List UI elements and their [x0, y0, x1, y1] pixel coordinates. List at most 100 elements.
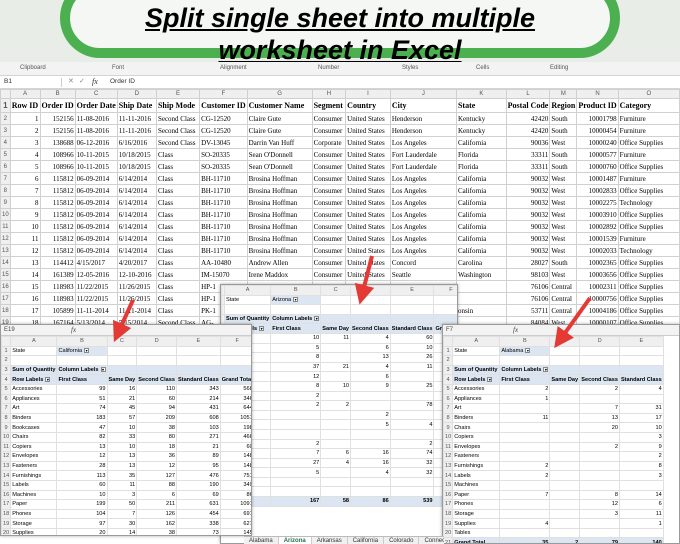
table-cell[interactable]: 90032 — [505, 184, 551, 197]
table-cell[interactable]: 06-09-2014 — [74, 220, 118, 233]
pivot-value-cell[interactable]: 95 — [175, 460, 221, 472]
table-cell[interactable]: BH-11710 — [199, 172, 248, 185]
pivot-value-cell[interactable]: 14 — [618, 489, 664, 501]
empty-cell[interactable] — [579, 355, 620, 366]
pivot-value-cell[interactable] — [320, 438, 352, 450]
sheet-tab-arkansas[interactable]: Arkansas — [312, 537, 348, 544]
table-cell[interactable]: Claire Gute — [246, 124, 313, 137]
row-labels-dropdown-icon[interactable]: ▾ — [45, 376, 51, 382]
pivot-value-cell[interactable]: 80 — [136, 431, 177, 443]
table-cell[interactable]: West — [549, 268, 578, 281]
row-number[interactable]: 7 — [1, 403, 12, 414]
pivot-value-cell[interactable]: 25 — [389, 380, 435, 392]
table-cell[interactable]: 105899 — [39, 304, 76, 317]
empty-cell[interactable] — [549, 345, 581, 357]
empty-cell[interactable] — [219, 355, 251, 366]
pivot-value-cell[interactable]: 11 — [618, 508, 664, 520]
ribbon-alignment[interactable]: Alignment — [220, 65, 247, 71]
pivot-value-cell[interactable]: 2 — [579, 383, 620, 395]
pivot-value-cell[interactable]: 6 — [136, 489, 177, 501]
pivot-value-cell[interactable]: 349 — [219, 479, 251, 491]
row-number[interactable]: 19 — [1, 518, 12, 529]
pivot-value-cell[interactable]: 4 — [618, 383, 664, 395]
row-number[interactable]: 10 — [443, 431, 454, 443]
pivot-value-cell[interactable]: 57 — [106, 412, 138, 424]
pivot-value-cell[interactable] — [618, 479, 664, 491]
row-number[interactable]: 1 — [1, 345, 12, 357]
table-cell[interactable]: Andrew Allen — [246, 256, 313, 269]
column-header[interactable]: N — [576, 89, 619, 99]
row-number[interactable]: 7 — [0, 172, 11, 185]
pivot-value-cell[interactable]: 4 — [350, 467, 391, 478]
table-cell[interactable]: Office Supplies — [617, 184, 680, 197]
pivot-row-label[interactable]: Furnishings — [452, 460, 501, 472]
pivot-value-cell[interactable] — [549, 383, 581, 395]
pivot-value-cell[interactable] — [549, 479, 581, 491]
table-cell[interactable]: Brosina Hoffman — [246, 232, 313, 245]
row-number[interactable]: 6 — [1, 393, 12, 405]
table-cell[interactable]: Kentucky — [455, 124, 507, 137]
header-cell[interactable]: State — [455, 98, 507, 113]
pivot-value-cell[interactable]: 86 — [219, 489, 251, 501]
table-cell[interactable]: 10004186 — [576, 304, 619, 317]
table-cell[interactable]: 90036 — [505, 136, 551, 149]
pivot-value-cell[interactable] — [350, 486, 391, 498]
pivot-value-cell[interactable]: 12 — [579, 499, 620, 510]
confirm-icon[interactable]: ✓ — [79, 77, 85, 85]
pivot-value-cell[interactable] — [549, 489, 581, 501]
row-number[interactable]: 2 — [0, 112, 11, 125]
table-cell[interactable]: 17 — [9, 304, 41, 317]
pivot-value-cell[interactable]: 82 — [56, 431, 108, 443]
pivot-value-cell[interactable] — [499, 403, 551, 414]
pivot-value-cell[interactable]: 3 — [618, 431, 664, 443]
pivot-value-cell[interactable]: 2 — [499, 470, 551, 481]
pivot-value-cell[interactable] — [499, 441, 551, 453]
pivot-value-cell[interactable]: 627 — [219, 518, 251, 529]
table-cell[interactable]: SO-20335 — [199, 148, 248, 161]
pivot-row-label[interactable]: Chairs — [452, 422, 501, 433]
table-cell[interactable]: 8 — [9, 196, 41, 209]
pivot-value-cell[interactable] — [579, 460, 620, 472]
table-cell[interactable]: United States — [345, 256, 391, 269]
table-cell[interactable]: 10000756 — [576, 292, 619, 305]
table-cell[interactable]: Los Angeles — [389, 184, 457, 197]
pivot-value-cell[interactable]: 631 — [175, 499, 221, 510]
pivot-value-cell[interactable]: 162 — [136, 518, 177, 529]
table-cell[interactable]: Office Supplies — [617, 208, 680, 221]
table-cell[interactable]: 10/18/2015 — [116, 148, 157, 161]
table-cell[interactable]: CG-12520 — [199, 124, 248, 137]
table-cell[interactable]: AA-10480 — [199, 256, 248, 269]
pivot-value-cell[interactable]: 10 — [389, 342, 435, 354]
pivot-value-cell[interactable] — [549, 451, 581, 462]
row-number[interactable]: 11 — [1, 441, 12, 453]
table-cell[interactable]: 90032 — [505, 208, 551, 221]
pivot-value-cell[interactable] — [549, 499, 581, 510]
table-cell[interactable]: Consumer — [311, 268, 347, 281]
pivot-value-cell[interactable]: 148 — [219, 451, 251, 462]
sheet-tab-california[interactable]: California — [348, 537, 385, 544]
table-cell[interactable]: Seattle — [389, 268, 457, 281]
table-cell[interactable]: BH-11710 — [199, 196, 248, 209]
empty-cell[interactable] — [175, 355, 221, 366]
table-cell[interactable]: 6/14/2014 — [116, 220, 157, 233]
table-cell[interactable]: 6/16/2016 — [116, 136, 157, 149]
table-cell[interactable]: United States — [345, 268, 391, 281]
pivot-value-cell[interactable]: 36 — [136, 451, 177, 462]
table-cell[interactable]: 114412 — [39, 256, 76, 269]
table-cell[interactable]: Class — [155, 208, 201, 221]
pivot-value-cell[interactable]: 11 — [106, 479, 138, 491]
column-header[interactable]: D — [579, 336, 620, 347]
pivot-value-cell[interactable]: 145 — [219, 527, 251, 535]
table-cell[interactable]: BH-11710 — [199, 184, 248, 197]
pivot-value-cell[interactable]: 21 — [175, 441, 221, 453]
table-cell[interactable]: 90032 — [505, 172, 551, 185]
pivot-row-label[interactable]: Phones — [10, 508, 58, 520]
pivot-value-cell[interactable]: 12 — [56, 451, 108, 462]
pivot-value-cell[interactable]: 343 — [175, 383, 221, 395]
pivot-value-cell[interactable]: 78 — [389, 400, 435, 411]
table-cell[interactable]: West — [549, 244, 578, 257]
pivot-value-cell[interactable]: 211 — [136, 499, 177, 510]
pivot-value-cell[interactable] — [320, 428, 352, 440]
table-cell[interactable]: Class — [155, 256, 201, 269]
pivot-value-cell[interactable]: 99 — [56, 383, 108, 395]
